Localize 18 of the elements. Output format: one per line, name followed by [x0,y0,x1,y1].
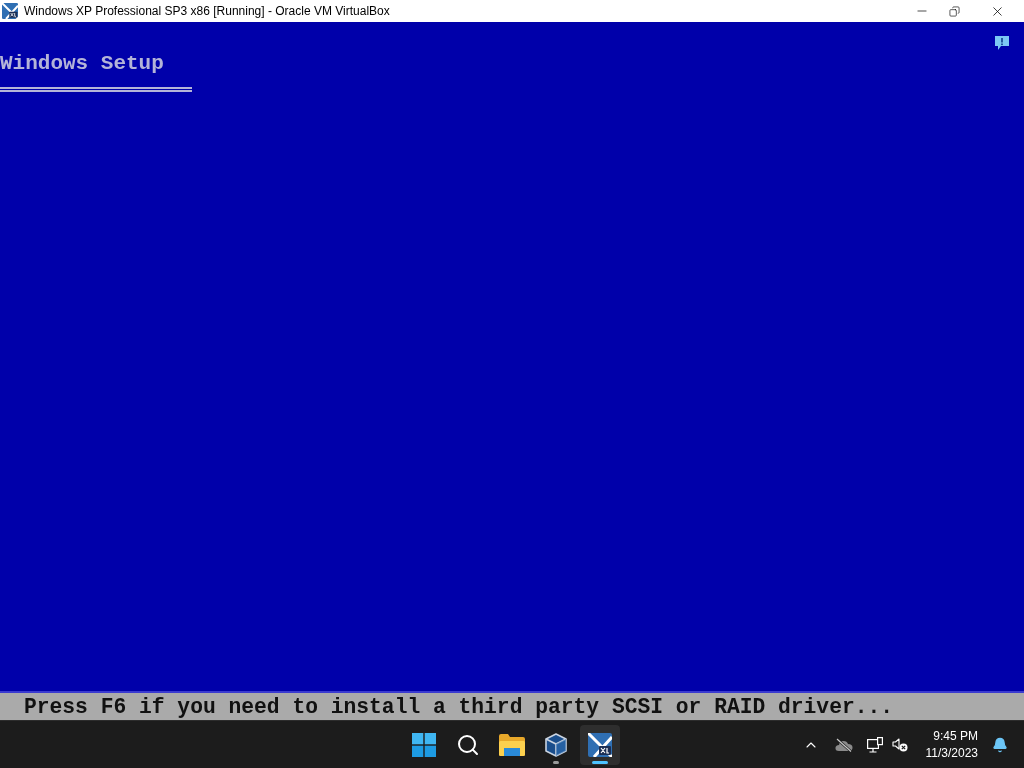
clock-time: 9:45 PM [933,727,978,745]
network-monitor-icon [866,736,883,753]
vm-window-taskbar-button[interactable] [580,724,620,765]
vm-window-icon [588,732,612,757]
status-message: Press F6 if you need to install a third party SCSI or RAID driver... [24,693,894,720]
notification-bubble-icon[interactable] [994,35,1010,51]
speaker-muted-icon [891,737,908,752]
folder-icon [499,733,525,756]
bell-icon [992,736,1008,753]
clock-date: 11/3/2023 [925,744,978,762]
cube-icon [545,732,567,757]
windows-logo-icon [412,732,436,757]
window-title: Windows XP Professional SP3 x86 [Running] - Oracle VM VirtualBox [24,3,390,20]
search-icon [456,732,480,757]
setup-heading: Windows Setup [0,51,165,77]
restore-icon [948,5,960,17]
cloud-off-icon [834,737,853,752]
clock-button[interactable]: 9:45 PM 11/3/2023 [919,724,984,765]
